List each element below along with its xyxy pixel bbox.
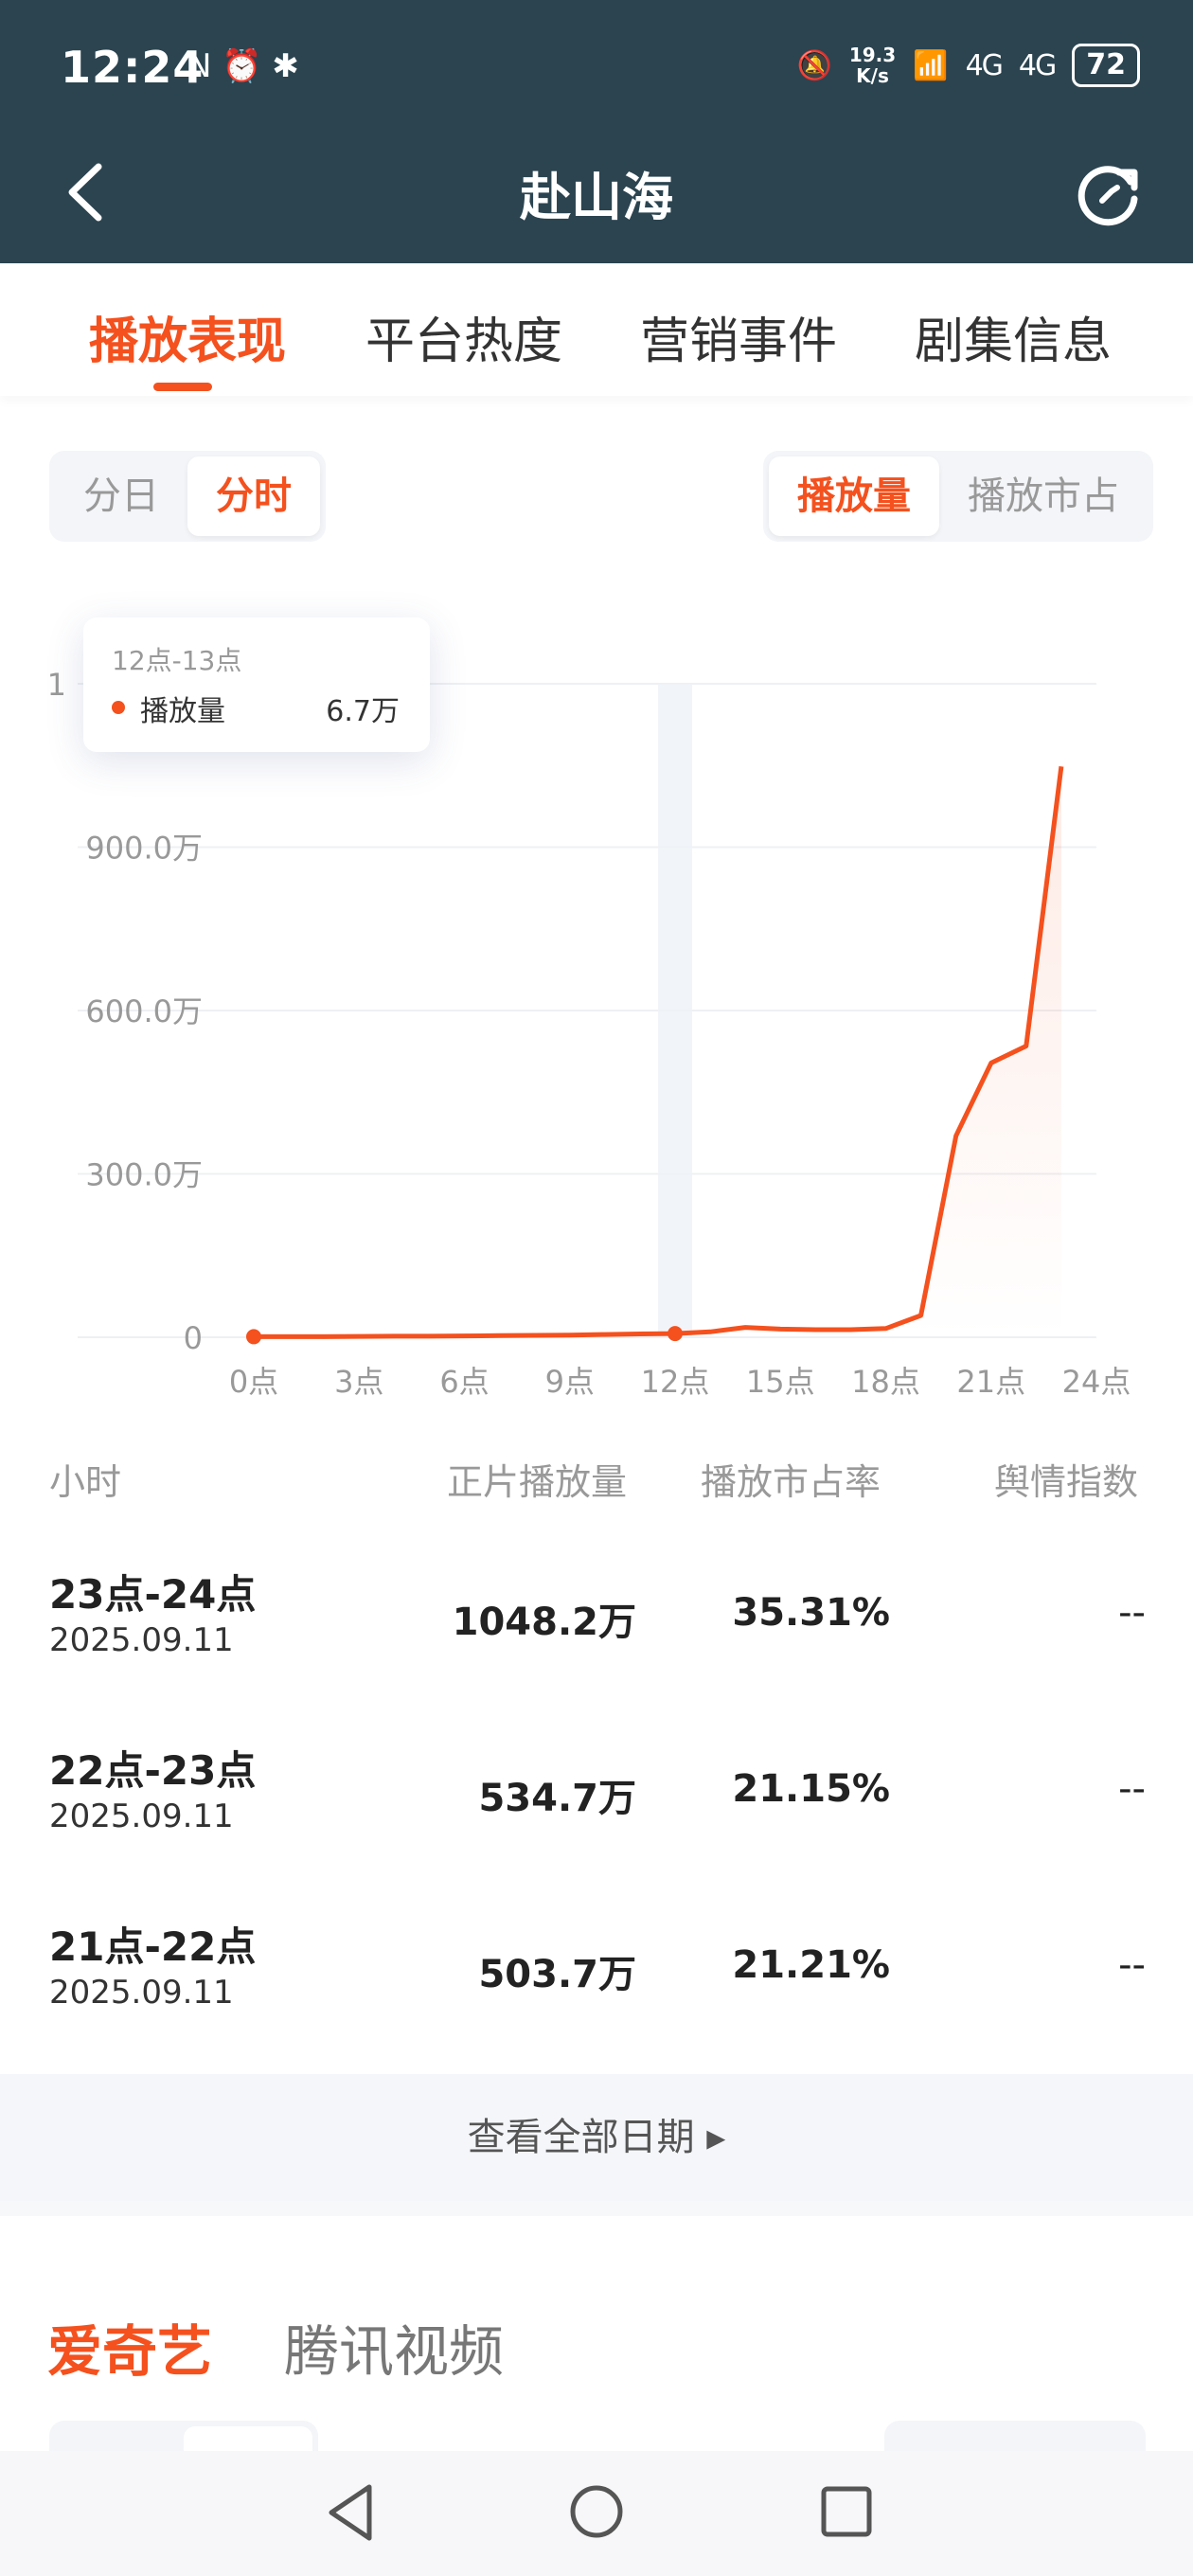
x-tick-label: 0点 [229,1364,278,1400]
data-point[interactable] [668,1326,683,1342]
network-speed-unit: K/s [856,64,889,87]
x-tick-label: 24点 [1062,1364,1131,1400]
x-tick-label: 21点 [956,1364,1025,1400]
row-date: 2025.09.11 [49,1974,234,2012]
row-play-count: 534.7万 [478,1777,636,1820]
toggle-daily[interactable]: 分日 [55,456,187,536]
row-hour: 21点-22点 [49,1923,257,1970]
y-tick-label: 900.0万 [85,831,203,867]
header-sentiment: 舆情指数 [994,1461,1139,1503]
section-divider [0,2201,1193,2216]
nav-back-icon[interactable] [322,2479,379,2546]
tooltip-label: 播放量 [140,695,225,728]
nav-recent-apps-icon[interactable] [820,2485,873,2538]
top-bar: 12:24 N ⏰ ✱ 🔕 19.3 K/s 📶 4G 4G 72 赴山海 [0,0,1193,263]
tab-marketing-events[interactable]: 营销事件 [640,301,837,372]
x-tick-label: 15点 [746,1364,815,1400]
row-sentiment: -- [1118,1591,1146,1635]
tooltip-series-dot [112,701,125,714]
network-speed: 19.3 K/s [849,45,896,86]
row-hour: 23点-24点 [49,1571,257,1618]
row-play-share: 21.21% [732,1943,890,1987]
tab-play-performance[interactable]: 播放表现 [89,301,286,372]
page-title: 赴山海 [520,168,673,227]
table-row[interactable]: 23点-24点 2025.09.11 1048.2万 35.31% -- [0,1563,1193,1737]
main-tabs: 播放表现 平台热度 营销事件 剧集信息 [0,263,1193,396]
x-tick-label: 18点 [851,1364,920,1400]
nav-home-icon[interactable] [568,2483,625,2540]
battery-indicator: 72 [1072,44,1140,87]
y-tick-label: 0 [184,1320,203,1356]
y-tick-label: 300.0万 [85,1157,203,1193]
toggle-play-share[interactable]: 播放市占 [939,456,1148,536]
tooltip-title: 12点-13点 [112,645,242,676]
row-play-count: 1048.2万 [452,1601,636,1644]
tab-series-info[interactable]: 剧集信息 [915,301,1112,372]
platform-tab-tencent[interactable]: 腾讯视频 [284,2307,504,2387]
signal-icon-2: 4G [1018,48,1057,82]
header-play-share: 播放市占率 [701,1461,881,1503]
wifi-icon: 📶 [913,48,949,82]
mute-icon: 🔕 [796,48,832,82]
tab-platform-heat[interactable]: 平台热度 [365,301,562,372]
refresh-button[interactable] [1076,159,1144,227]
chart-tooltip: 12点-13点 播放量 6.7万 [83,617,430,752]
play-count-area [254,766,1061,1337]
metric-toggle: 播放量 播放市占 [763,451,1153,542]
row-hour: 22点-23点 [49,1747,257,1794]
x-tick-label: 9点 [545,1364,595,1400]
row-date: 2025.09.11 [49,1621,234,1659]
row-sentiment: -- [1118,1943,1146,1987]
x-tick-label: 12点 [641,1364,710,1400]
view-all-dates-button[interactable]: 查看全部日期 ▸ [0,2074,1193,2201]
row-date: 2025.09.11 [49,1798,234,1835]
time-granularity-toggle: 分日 分时 [49,451,326,542]
status-right-icons: 🔕 19.3 K/s 📶 4G 4G 72 [796,44,1140,87]
system-navigation-bar [0,2451,1193,2576]
signal-icon-1: 4G [965,48,1004,82]
row-play-share: 21.15% [732,1767,890,1811]
refresh-icon [1077,166,1138,226]
status-time: 12:24 [61,42,205,93]
active-tab-indicator [153,383,212,391]
data-point[interactable] [246,1329,261,1345]
y-tick-label: 600.0万 [85,993,203,1029]
row-sentiment: -- [1118,1767,1146,1811]
header-hour: 小时 [49,1461,122,1503]
header-play-count: 正片播放量 [447,1461,628,1503]
x-tick-label: 6点 [439,1364,489,1400]
x-tick-label: 3点 [334,1364,383,1400]
toggle-hourly[interactable]: 分时 [187,456,320,536]
row-play-share: 35.31% [732,1591,890,1635]
table-row[interactable]: 21点-22点 2025.09.11 503.7万 21.21% -- [0,1915,1193,2089]
table-row[interactable]: 22点-23点 2025.09.11 534.7万 21.15% -- [0,1739,1193,1913]
y-tick-label: 1 [47,667,66,703]
tooltip-value: 6.7万 [326,695,400,728]
network-speed-value: 19.3 [848,44,897,66]
toggle-play-count[interactable]: 播放量 [769,456,939,536]
status-notification-icons: N ⏰ ✱ [187,47,299,85]
hover-band [658,684,692,1337]
row-play-count: 503.7万 [478,1953,636,1996]
platform-tab-iqiyi[interactable]: 爱奇艺 [47,2307,212,2387]
